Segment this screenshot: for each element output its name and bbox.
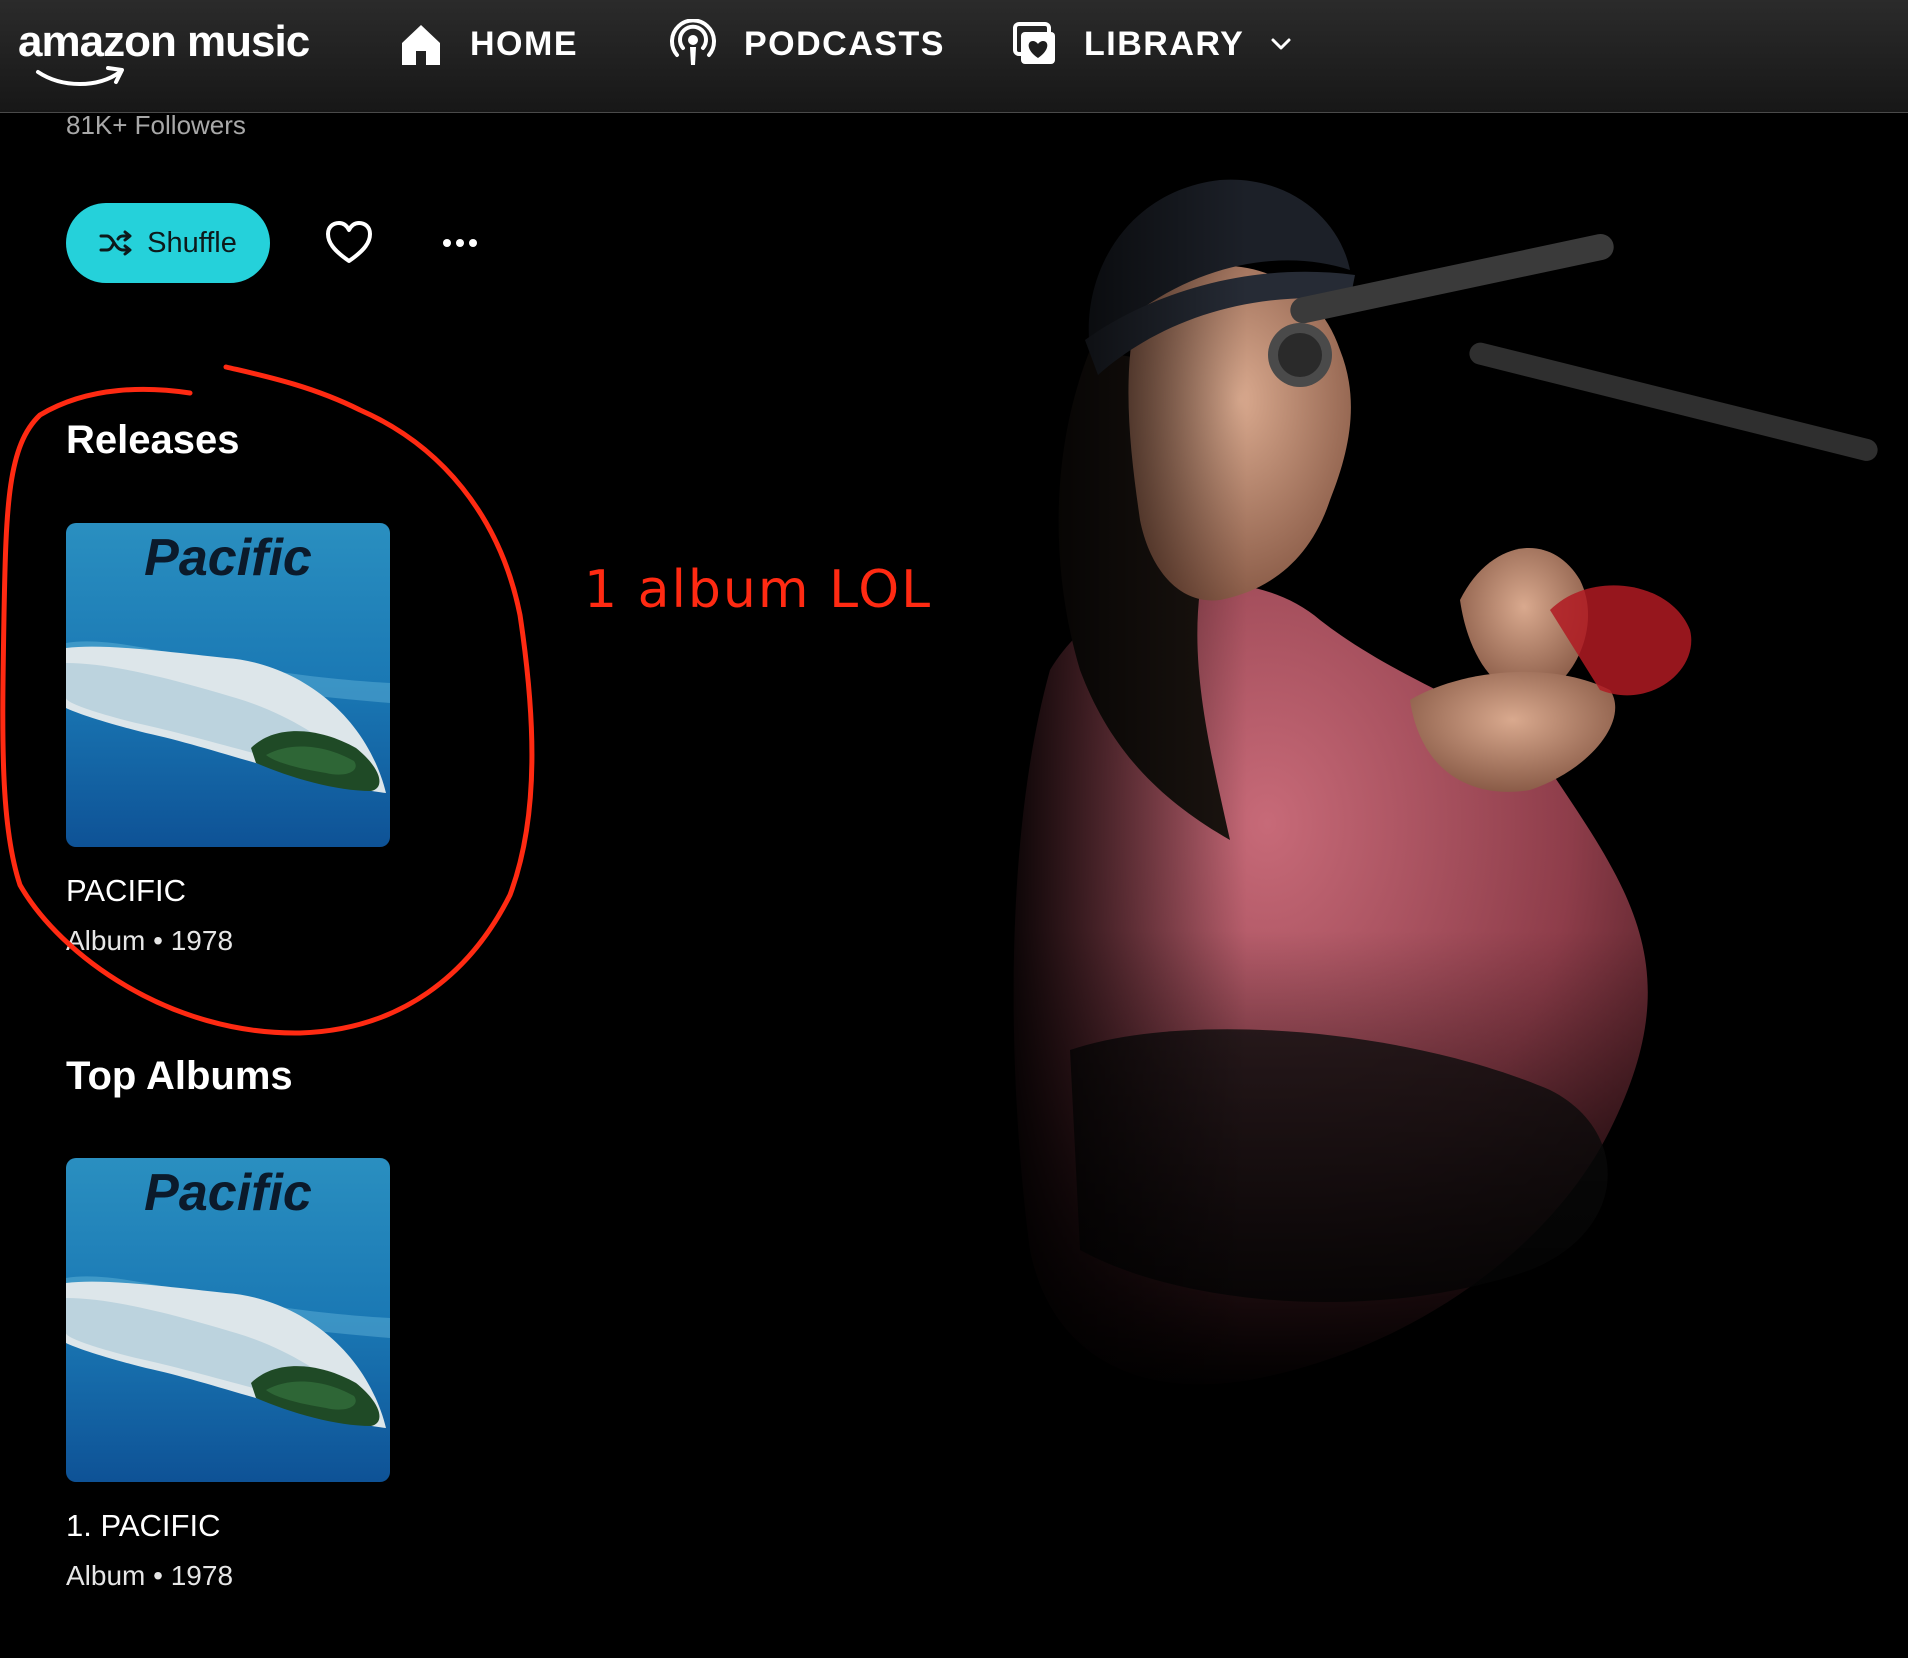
nav-home[interactable]: HOME bbox=[398, 16, 578, 72]
top-nav-bar: amazon music HOME PODCASTS LIBRARY bbox=[0, 0, 1908, 113]
amazon-music-logo[interactable]: amazon music bbox=[18, 14, 310, 86]
logo-text: amazon music bbox=[18, 17, 310, 66]
annotation-circle bbox=[0, 364, 535, 1036]
home-icon bbox=[402, 25, 440, 65]
annotation-text: 1 album LOL bbox=[584, 560, 933, 620]
more-icon[interactable] bbox=[440, 228, 480, 258]
top-albums-heading: Top Albums bbox=[66, 1054, 293, 1098]
artist-hero-image bbox=[990, 150, 1908, 1450]
chevron-down-icon[interactable] bbox=[1270, 37, 1292, 51]
shuffle-button[interactable]: Shuffle bbox=[66, 203, 270, 283]
nav-home-label: HOME bbox=[470, 24, 578, 63]
smile-icon bbox=[36, 66, 124, 86]
podcast-icon bbox=[670, 19, 716, 65]
library-icon bbox=[1013, 22, 1055, 64]
album-cover-title: Pacific bbox=[144, 1164, 312, 1222]
album-cover[interactable]: Pacific bbox=[66, 1158, 390, 1482]
nav-podcasts[interactable]: PODCASTS bbox=[668, 16, 945, 72]
album-title[interactable]: 1. PACIFIC bbox=[66, 1508, 390, 1544]
album-subtitle: Album • 1978 bbox=[66, 1560, 234, 1591]
nav-library[interactable]: LIBRARY bbox=[1012, 16, 1292, 72]
follower-count: 81K+ Followers bbox=[66, 110, 246, 140]
nav-library-label: LIBRARY bbox=[1084, 24, 1245, 63]
artist-page: amazon music HOME PODCASTS LIBRARY 81K+ … bbox=[0, 0, 1908, 1658]
heart-icon[interactable] bbox=[325, 220, 373, 266]
shuffle-icon bbox=[99, 230, 132, 256]
shuffle-label: Shuffle bbox=[147, 226, 237, 259]
nav-podcasts-label: PODCASTS bbox=[744, 24, 945, 63]
top-album-card[interactable]: Pacific 1. PACIFIC Album • 1978 bbox=[66, 1158, 390, 1592]
